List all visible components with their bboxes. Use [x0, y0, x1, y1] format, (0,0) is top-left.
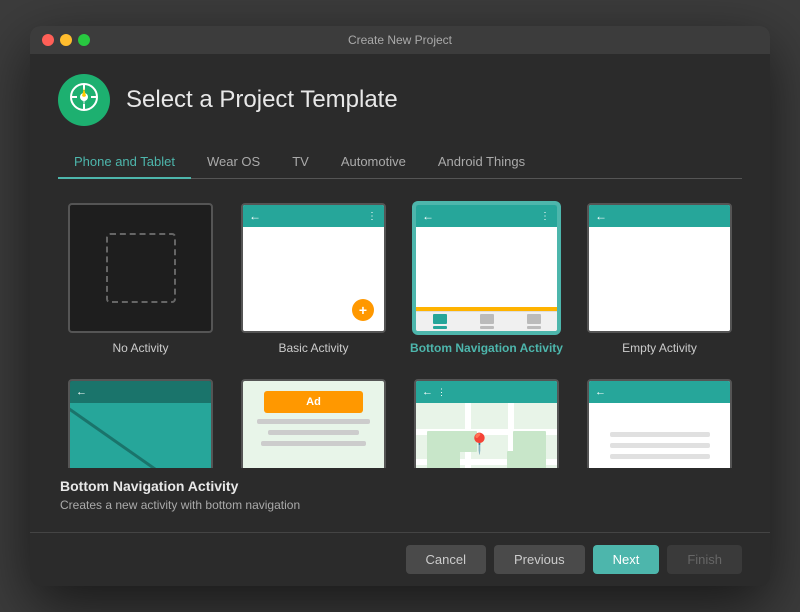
close-button[interactable] — [42, 34, 54, 46]
category-tabs: Phone and Tablet Wear OS TV Automotive A… — [58, 146, 742, 179]
template-empty-activity[interactable]: ← Empty Activity — [579, 199, 740, 363]
window-controls — [42, 34, 90, 46]
tab-wear-os[interactable]: Wear OS — [191, 146, 276, 179]
back-arrow-icon: ← — [422, 209, 434, 223]
tab-automotive[interactable]: Automotive — [325, 146, 422, 179]
template-bottom-nav-preview: ← ⋮ — [414, 203, 559, 333]
template-no-activity-preview — [68, 203, 213, 333]
basic-topbar: ← ⋮ — [243, 205, 384, 227]
tab-tv[interactable]: TV — [276, 146, 325, 179]
maximize-button[interactable] — [78, 34, 90, 46]
back-arrow-icon: ← — [422, 386, 433, 398]
maps-mockup: ← ⋮ 📍 — [416, 381, 557, 468]
menu-dots-icon: ⋮ — [367, 211, 378, 222]
template-basic-activity[interactable]: ← ⋮ + Basic Activity — [233, 199, 394, 363]
cancel-button[interactable]: Cancel — [406, 545, 486, 574]
template-basic-activity-label: Basic Activity — [278, 341, 348, 355]
empty-activity-mockup: ← — [589, 205, 730, 331]
back-arrow-icon: ← — [76, 386, 87, 398]
titlebar: Create New Project — [30, 26, 770, 54]
basic-activity-mockup: ← ⋮ + — [243, 205, 384, 331]
template-maps[interactable]: ← ⋮ 📍 Google Maps Activity — [406, 375, 567, 468]
bottom-nav-topbar: ← ⋮ — [416, 205, 557, 227]
map-dots-icon: ⋮ — [437, 387, 446, 398]
template-maps-preview: ← ⋮ 📍 — [414, 379, 559, 468]
template-grid: No Activity ← ⋮ + — [58, 195, 742, 468]
template-fullscreen-preview: ← — [68, 379, 213, 468]
bottom-nav-mockup: ← ⋮ — [416, 205, 557, 331]
template-empty-activity-label: Empty Activity — [622, 341, 697, 355]
fullscreen-mockup: ← — [70, 381, 211, 468]
template-basic-activity-preview: ← ⋮ + — [241, 203, 386, 333]
template-no-activity[interactable]: No Activity — [60, 199, 221, 363]
ad-banner: Ad — [264, 391, 363, 413]
ad-line-1 — [257, 419, 370, 424]
menu-dots-icon: ⋮ — [540, 211, 551, 222]
login-mockup: ← — [589, 381, 730, 468]
login-field-3 — [610, 454, 710, 459]
login-body — [589, 403, 730, 468]
template-ads-preview: Ad — [241, 379, 386, 468]
finish-button[interactable]: Finish — [667, 545, 742, 574]
login-topbar: ← — [589, 381, 730, 403]
template-bottom-nav-label: Bottom Navigation Activity — [410, 341, 563, 355]
content-area: Select a Project Template Phone and Tabl… — [30, 54, 770, 532]
back-arrow-icon: ← — [595, 386, 606, 398]
login-field-2 — [610, 443, 710, 448]
page-title: Select a Project Template — [126, 86, 398, 114]
no-activity-dashed-box — [106, 233, 176, 303]
fab-button: + — [352, 299, 374, 321]
bottom-nav-body — [416, 227, 557, 311]
next-button[interactable]: Next — [593, 545, 660, 574]
empty-topbar: ← — [589, 205, 730, 227]
tab-android-things[interactable]: Android Things — [422, 146, 541, 179]
back-arrow-icon: ← — [249, 209, 261, 223]
ad-line-3 — [261, 441, 367, 446]
tab-phone-tablet[interactable]: Phone and Tablet — [58, 146, 191, 179]
bottom-nav-bar — [416, 311, 557, 331]
template-empty-activity-preview: ← — [587, 203, 732, 333]
info-title: Bottom Navigation Activity — [60, 478, 740, 494]
basic-body: + — [243, 227, 384, 331]
map-pin-icon: 📍 — [467, 432, 492, 457]
template-bottom-nav[interactable]: ← ⋮ — [406, 199, 567, 363]
ads-mockup: Ad — [243, 381, 384, 468]
template-ads[interactable]: Ad Google AdMob Ads Activity — [233, 375, 394, 468]
info-panel: Bottom Navigation Activity Creates a new… — [58, 468, 742, 516]
minimize-button[interactable] — [60, 34, 72, 46]
main-window: Create New Project — [30, 26, 770, 586]
ad-line-2 — [268, 430, 360, 435]
diagonal-decoration — [70, 401, 192, 468]
window-title: Create New Project — [348, 33, 452, 47]
previous-button[interactable]: Previous — [494, 545, 585, 574]
back-arrow-icon: ← — [595, 209, 607, 223]
template-grid-container: No Activity ← ⋮ + — [58, 195, 742, 468]
footer: Cancel Previous Next Finish — [30, 532, 770, 586]
app-logo — [58, 74, 110, 126]
page-header: Select a Project Template — [58, 74, 742, 126]
template-login-preview: ← — [587, 379, 732, 468]
android-studio-icon — [69, 82, 99, 119]
template-no-activity-label: No Activity — [112, 341, 168, 355]
login-field-1 — [610, 432, 710, 437]
empty-body — [589, 227, 730, 331]
map-topbar: ← ⋮ — [416, 381, 557, 403]
info-description: Creates a new activity with bottom navig… — [60, 498, 740, 512]
fullscreen-topbar: ← — [70, 381, 211, 403]
template-fullscreen[interactable]: ← Fullscreen Activity — [60, 375, 221, 468]
template-login[interactable]: ← Login Activity — [579, 375, 740, 468]
